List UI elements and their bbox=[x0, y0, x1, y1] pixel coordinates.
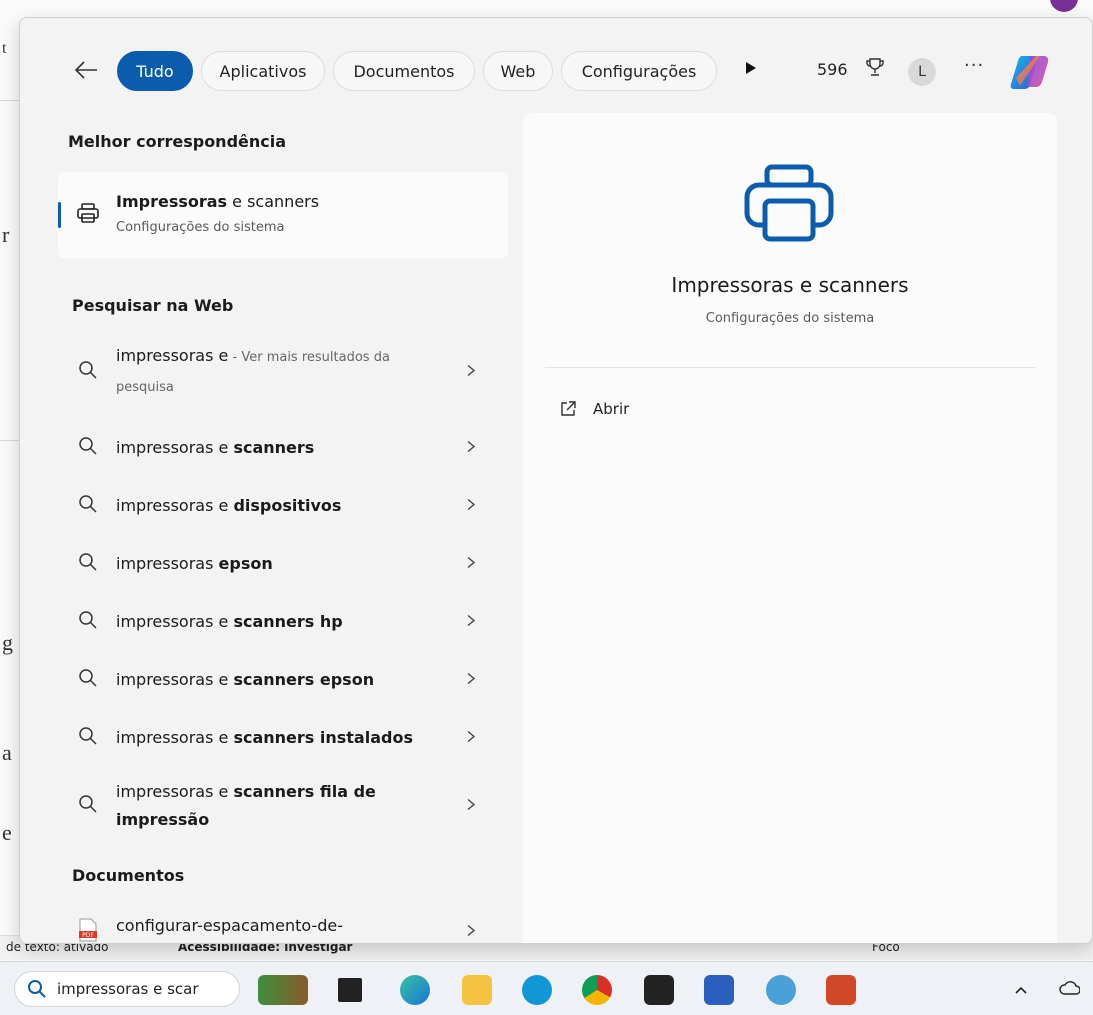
chevron-right-icon bbox=[466, 555, 476, 574]
web-result-text: impressoras e scanners hp bbox=[116, 612, 343, 631]
onedrive-cloud-icon[interactable] bbox=[1058, 980, 1081, 999]
preview-divider bbox=[545, 367, 1035, 368]
document-result-item[interactable]: PDF configurar-espacamento-de- bbox=[58, 910, 508, 943]
document-result-text: configurar-espacamento-de- bbox=[116, 916, 344, 935]
search-icon bbox=[78, 726, 98, 750]
back-arrow-icon bbox=[74, 61, 97, 79]
chevron-right-icon bbox=[466, 729, 476, 748]
search-icon bbox=[78, 360, 98, 384]
best-match-item[interactable]: Impressoras e scanners Configurações do … bbox=[58, 172, 508, 258]
chevron-right-icon bbox=[466, 363, 476, 382]
web-result-text: impressoras e scanners instalados bbox=[116, 728, 413, 747]
web-result-item[interactable]: impressoras e scanners epson bbox=[58, 660, 508, 700]
play-icon[interactable] bbox=[744, 60, 758, 80]
chevron-right-icon bbox=[466, 613, 476, 632]
more-options-button[interactable]: ··· bbox=[964, 55, 984, 76]
search-icon bbox=[78, 494, 98, 518]
printer-icon bbox=[741, 161, 837, 249]
user-avatar[interactable]: L bbox=[908, 58, 936, 86]
background-divider bbox=[0, 100, 20, 101]
taskbar: impressoras e scar bbox=[0, 961, 1093, 1015]
printer-icon bbox=[76, 202, 100, 228]
search-highlight-icon[interactable] bbox=[258, 975, 308, 1005]
documents-heading: Documentos bbox=[72, 866, 185, 885]
background-text-fragment: g bbox=[2, 630, 13, 655]
tab-settings[interactable]: Configurações bbox=[561, 51, 717, 91]
background-avatar bbox=[1050, 0, 1078, 12]
taskbar-search-box[interactable]: impressoras e scar bbox=[14, 971, 240, 1007]
background-text-fragment: r bbox=[2, 222, 10, 247]
chrome-browser-icon[interactable] bbox=[582, 975, 612, 1005]
web-result-item[interactable]: impressoras e scanners hp bbox=[58, 602, 508, 642]
task-view-icon[interactable] bbox=[338, 978, 362, 1002]
tab-apps[interactable]: Aplicativos bbox=[201, 51, 325, 91]
filter-bar: Tudo Aplicativos Documentos Web Configur… bbox=[20, 46, 1092, 98]
web-result-text: impressoras e scanners bbox=[116, 438, 315, 457]
tab-web[interactable]: Web bbox=[483, 51, 553, 91]
web-result-item[interactable]: impressoras e scanners bbox=[58, 428, 508, 468]
taskbar-search-text: impressoras e scar bbox=[57, 980, 199, 998]
copilot-icon[interactable] bbox=[1008, 52, 1052, 96]
open-external-icon bbox=[561, 401, 576, 416]
sticky-notes-icon[interactable] bbox=[644, 975, 674, 1005]
tab-all[interactable]: Tudo bbox=[117, 51, 193, 91]
chevron-up-icon[interactable] bbox=[1014, 980, 1028, 999]
paint-icon[interactable] bbox=[766, 975, 796, 1005]
best-match-subtitle: Configurações do sistema bbox=[116, 220, 285, 235]
web-result-item[interactable]: impressoras e dispositivos bbox=[58, 486, 508, 526]
search-icon bbox=[78, 794, 98, 818]
background-text-fragment: e bbox=[2, 820, 12, 845]
web-result-text: impressoras e scanners fila de impressão bbox=[116, 782, 376, 829]
selection-indicator bbox=[58, 202, 61, 228]
skype-icon[interactable] bbox=[522, 975, 552, 1005]
best-match-title: Impressoras e scanners bbox=[116, 192, 320, 211]
web-result-text: impressoras e dispositivos bbox=[116, 496, 342, 515]
web-result-text: impressoras e - Ver mais resultados da p… bbox=[116, 346, 390, 395]
web-result-text: impressoras epson bbox=[116, 554, 273, 573]
edge-browser-icon[interactable] bbox=[400, 975, 430, 1005]
results-list: Melhor correspondência Impressoras e sca… bbox=[58, 110, 512, 943]
chevron-right-icon bbox=[466, 923, 476, 942]
web-result-item[interactable]: impressoras e scanners fila de impressão bbox=[58, 776, 508, 836]
svg-text:PDF: PDF bbox=[82, 932, 94, 939]
chevron-right-icon bbox=[466, 671, 476, 690]
web-result-item[interactable]: impressoras e scanners instalados bbox=[58, 718, 508, 758]
background-text-fragment: t bbox=[2, 40, 7, 57]
pdf-file-icon: PDF bbox=[78, 918, 98, 943]
open-label: Abrir bbox=[593, 400, 630, 418]
background-text-fragment: a bbox=[2, 740, 12, 765]
search-icon bbox=[78, 610, 98, 634]
web-result-item[interactable]: impressoras e - Ver mais resultados da p… bbox=[58, 342, 508, 402]
background-divider bbox=[0, 440, 20, 441]
open-action[interactable]: Abrir bbox=[559, 395, 629, 423]
powerpoint-icon[interactable] bbox=[826, 975, 856, 1005]
search-flyout: Tudo Aplicativos Documentos Web Configur… bbox=[19, 17, 1093, 944]
back-button[interactable] bbox=[70, 54, 102, 86]
web-search-heading: Pesquisar na Web bbox=[72, 296, 234, 315]
search-icon bbox=[78, 436, 98, 460]
search-icon bbox=[78, 552, 98, 576]
best-match-heading: Melhor correspondência bbox=[68, 132, 287, 151]
preview-title: Impressoras e scanners bbox=[671, 273, 909, 297]
word-icon[interactable] bbox=[704, 975, 734, 1005]
chevron-right-icon bbox=[466, 797, 476, 816]
preview-subtitle: Configurações do sistema bbox=[705, 311, 875, 326]
rewards-points[interactable]: 596 bbox=[817, 60, 848, 79]
search-icon bbox=[78, 668, 98, 692]
web-result-text: impressoras e scanners epson bbox=[116, 670, 375, 689]
file-explorer-icon[interactable] bbox=[462, 975, 492, 1005]
tab-documents[interactable]: Documentos bbox=[333, 51, 475, 91]
chevron-right-icon bbox=[466, 439, 476, 458]
chevron-right-icon bbox=[466, 497, 476, 516]
web-result-item[interactable]: impressoras epson bbox=[58, 544, 508, 584]
search-icon bbox=[27, 979, 47, 999]
preview-pane: Impressoras e scanners Configurações do … bbox=[523, 113, 1057, 943]
trophy-icon[interactable] bbox=[864, 56, 886, 82]
